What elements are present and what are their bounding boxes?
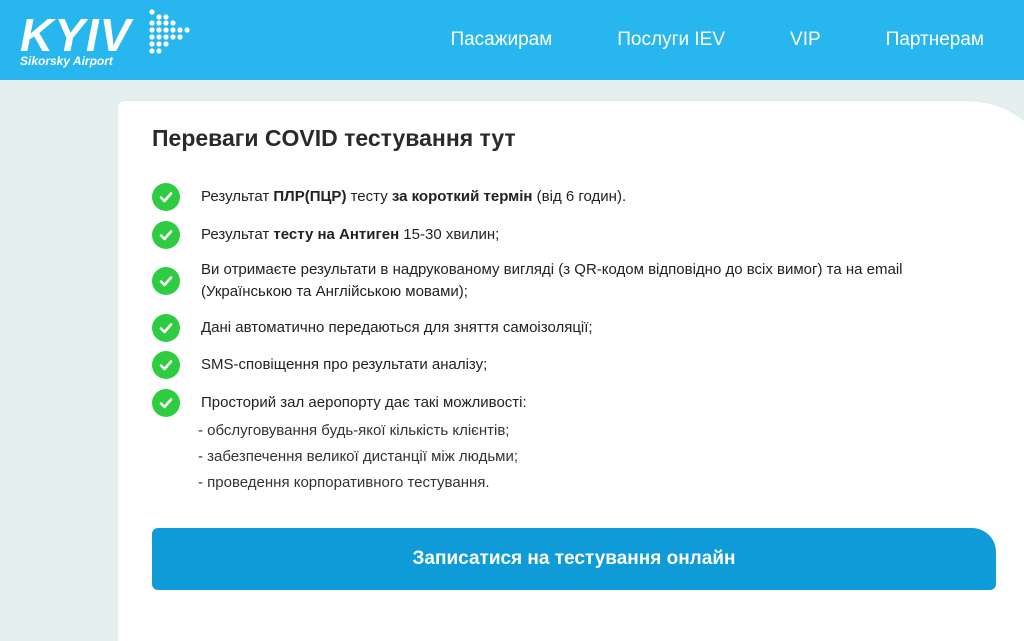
check-icon: [152, 267, 180, 295]
logo-wordmark: KYIV: [20, 9, 132, 61]
sub-item: - забезпечення великої дистанції між люд…: [198, 448, 519, 465]
check-icon: [152, 183, 180, 211]
benefit-text-part: Просторий зал аеропорту дає такі можливо…: [201, 394, 527, 411]
benefit-item: Ви отримаєте результати в надрукованому …: [152, 259, 982, 303]
benefit-item: Дані автоматично передаються для зняття …: [152, 314, 982, 342]
check-icon: [152, 351, 180, 379]
benefit-text-part: (від 6 годин).: [532, 188, 627, 205]
benefit-item: Результат тесту на Антиген 15-30 хвилин;: [152, 221, 982, 249]
sub-item: - обслуговування будь-якої кількість клі…: [198, 422, 510, 439]
benefit-text-bold: за короткий термін: [391, 188, 533, 205]
benefit-text-part: SMS-сповіщення про результати аналізу;: [201, 356, 488, 373]
nav-services-iev[interactable]: Послуги IEV: [617, 29, 725, 51]
benefit-item: Просторий зал аеропорту дає такі можливо…: [152, 389, 982, 417]
nav-vip[interactable]: VIP: [790, 29, 821, 51]
benefit-text: Результат ПЛР(ПЦР) тесту за короткий тер…: [201, 186, 626, 208]
sub-item: - проведення корпоративного тестування.: [198, 474, 490, 491]
check-icon: [152, 389, 180, 417]
check-icon: [152, 314, 180, 342]
check-icon: [152, 221, 180, 249]
nav-partners[interactable]: Партнерам: [886, 29, 984, 51]
kyiv-airport-logo[interactable]: KYIV Sikorsky Airport: [18, 8, 198, 72]
benefit-text-part: тесту: [346, 188, 392, 205]
benefit-text-bold: тесту на Антиген: [273, 226, 400, 243]
benefit-item: Результат ПЛР(ПЦР) тесту за короткий тер…: [152, 183, 982, 211]
benefit-text-part: 15-30 хвилин;: [399, 226, 500, 243]
benefit-text-bold: ПЛР(ПЦР): [273, 188, 347, 205]
site-header: KYIV Sikorsky Airport Пасажирам Послуги …: [0, 0, 1024, 80]
benefit-text-part: Ви отримаєте результати в надрукованому …: [201, 261, 903, 300]
main-nav: Пасажирам Послуги IEV VIP Партнерам: [385, 0, 984, 80]
benefit-text: Результат тесту на Антиген 15-30 хвилин;: [201, 224, 499, 246]
nav-passengers[interactable]: Пасажирам: [450, 29, 552, 51]
benefit-text-part: Дані автоматично передаються для зняття …: [201, 319, 593, 336]
benefit-text: Ви отримаєте результати в надрукованому …: [201, 259, 982, 303]
benefit-text: SMS-сповіщення про результати аналізу;: [201, 354, 487, 376]
book-test-online-button[interactable]: Записатися на тестування онлайн: [152, 528, 996, 590]
benefit-item: SMS-сповіщення про результати аналізу;: [152, 351, 982, 379]
benefit-text-part: Результат: [201, 188, 274, 205]
benefit-text-part: Результат: [201, 226, 274, 243]
logo-dots-icon: [149, 9, 190, 54]
logo-subtitle: Sikorsky Airport: [20, 54, 113, 68]
benefit-text: Дані автоматично передаються для зняття …: [201, 317, 593, 339]
benefit-text: Просторий зал аеропорту дає такі можливо…: [201, 392, 527, 414]
card-title: Переваги COVID тестування тут: [152, 125, 516, 151]
